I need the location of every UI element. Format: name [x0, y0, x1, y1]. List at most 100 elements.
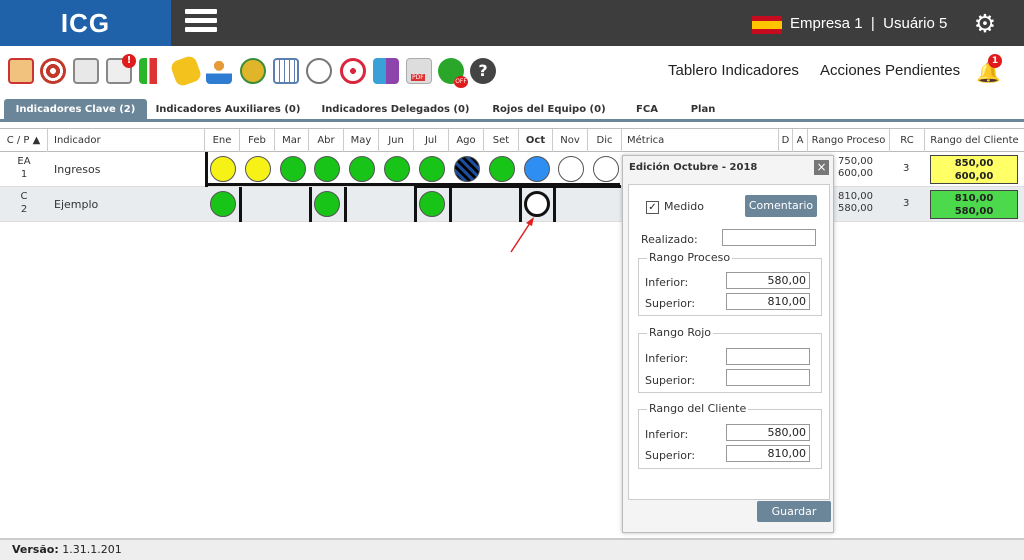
chart-down-icon[interactable] [139, 58, 165, 84]
col-month[interactable]: Ene [205, 129, 240, 153]
tab-delegated-indicators[interactable]: Indicadores Delegados (0) [318, 99, 473, 121]
team-icon[interactable] [206, 58, 232, 84]
col-month[interactable]: May [344, 129, 379, 153]
dialog-title: Edición Octubre - 2018 [629, 162, 758, 173]
col-month[interactable]: Ago [449, 129, 484, 153]
save-button[interactable]: Guardar [757, 501, 831, 522]
red-inferior-label: Inferior: [645, 352, 689, 365]
row-indicator-name[interactable]: Ingresos [54, 163, 100, 176]
measured-label: Medido [664, 200, 705, 213]
col-metric[interactable]: Métrica [622, 129, 779, 153]
company-user-label[interactable]: Empresa 1 | Usuário 5 [790, 15, 947, 32]
status-dot[interactable] [489, 156, 515, 182]
comment-button[interactable]: Comentario [745, 195, 817, 217]
status-dot[interactable] [210, 156, 236, 182]
status-dot[interactable] [454, 156, 480, 182]
row-code: EA 1 [17, 156, 31, 180]
client-superior-label: Superior: [645, 449, 696, 462]
spain-flag-icon[interactable] [752, 16, 782, 34]
red-superior-label: Superior: [645, 374, 696, 387]
status-dot[interactable] [280, 156, 306, 182]
bell-icon[interactable]: 🔔 1 [976, 54, 1002, 84]
version-number: 1.31.1.201 [62, 543, 122, 556]
tab-fca[interactable]: FCA [624, 99, 670, 121]
menu-icon[interactable] [185, 9, 217, 37]
period-marker [414, 185, 621, 188]
status-dot[interactable] [314, 191, 340, 217]
app-logo[interactable]: ICG [0, 0, 171, 46]
status-dot[interactable] [349, 156, 375, 182]
stopwatch-icon[interactable] [306, 58, 332, 84]
gear-icon[interactable]: ⚙ [972, 11, 998, 37]
col-month[interactable]: Oct [519, 129, 553, 153]
notification-badge: 1 [988, 54, 1002, 68]
pdf-icon[interactable]: PDF [406, 58, 432, 84]
col-month[interactable]: Mar [275, 129, 309, 153]
col-process-range[interactable]: Rango Proceso [808, 129, 890, 153]
pending-actions-link[interactable]: Acciones Pendientes [820, 62, 960, 79]
measured-checkbox[interactable]: ✓ [646, 201, 659, 214]
status-dot[interactable] [593, 156, 619, 182]
process-inferior-label: Inferior: [645, 276, 689, 289]
calendar-icon[interactable] [273, 58, 299, 84]
version-label: Versão: [12, 543, 59, 556]
status-dot[interactable] [210, 191, 236, 217]
col-month[interactable]: Jun [379, 129, 414, 153]
arrow-annotation [510, 217, 534, 253]
status-dot[interactable] [524, 156, 550, 182]
row-indicator-name[interactable]: Ejemplo [54, 198, 98, 211]
row-rc: 3 [903, 198, 910, 209]
footer: Versão: 1.31.1.201 [0, 538, 1024, 560]
row-code: C2 [20, 191, 28, 215]
tab-auxiliary-indicators[interactable]: Indicadores Auxiliares (0) [155, 99, 301, 121]
alert-chart-icon[interactable]: ! [106, 54, 136, 84]
table-header: C / P ▲ Indicador Ene Feb Mar Abr May Jun Jul A… [0, 128, 1024, 153]
row-rc: 3 [903, 163, 910, 174]
off-icon[interactable]: OFF [438, 58, 468, 88]
award-icon[interactable] [240, 58, 266, 84]
col-a[interactable]: A [793, 129, 808, 153]
col-d[interactable]: D [779, 129, 793, 153]
col-month[interactable]: Dic [588, 129, 622, 153]
help-icon[interactable]: ? [470, 58, 496, 84]
col-cp[interactable]: C / P ▲ [0, 129, 48, 153]
status-dot[interactable] [384, 156, 410, 182]
target-icon[interactable] [40, 58, 66, 84]
edit-icon[interactable] [8, 58, 34, 84]
row-process-range: 810,00 580,00 [838, 191, 873, 214]
period-marker [239, 187, 242, 222]
red-superior-input[interactable] [726, 369, 810, 386]
status-dot[interactable] [558, 156, 584, 182]
client-inferior-input[interactable]: 580,00 [726, 424, 810, 441]
col-month[interactable]: Set [484, 129, 519, 153]
close-icon[interactable]: × [814, 160, 829, 175]
process-superior-input[interactable]: 810,00 [726, 293, 810, 310]
col-month[interactable]: Nov [553, 129, 588, 153]
col-month[interactable]: Feb [240, 129, 275, 153]
dashboard-link[interactable]: Tablero Indicadores [668, 62, 799, 79]
status-dot[interactable] [419, 156, 445, 182]
col-rc[interactable]: RC [890, 129, 925, 153]
client-range-box: 850,00 600,00 [930, 155, 1018, 184]
client-inferior-label: Inferior: [645, 428, 689, 441]
client-superior-input[interactable]: 810,00 [726, 445, 810, 462]
realized-input[interactable] [722, 229, 816, 246]
puzzle-icon[interactable] [373, 58, 399, 84]
status-dot[interactable] [314, 156, 340, 182]
tab-plan[interactable]: Plan [680, 99, 726, 121]
col-month[interactable]: Jul [414, 129, 449, 153]
crosshair-icon[interactable] [340, 58, 366, 84]
red-inferior-input[interactable] [726, 348, 810, 365]
clipboard-icon[interactable] [73, 58, 99, 84]
tab-key-indicators[interactable]: Indicadores Clave (2) [4, 99, 147, 121]
col-client-range[interactable]: Rango del Cliente [925, 129, 1024, 153]
col-indicator[interactable]: Indicador [48, 129, 205, 153]
tab-team-reds[interactable]: Rojos del Equipo (0) [487, 99, 611, 121]
col-month[interactable]: Abr [309, 129, 344, 153]
client-range-legend: Rango del Cliente [647, 402, 749, 415]
status-dot[interactable] [245, 156, 271, 182]
process-inferior-input[interactable]: 580,00 [726, 272, 810, 289]
edit-month-dialog: Edición Octubre - 2018 × ✓ Medido Coment… [622, 155, 834, 533]
tab-bar: Indicadores Clave (2) Indicadores Auxili… [0, 97, 1024, 122]
status-dot[interactable] [419, 191, 445, 217]
